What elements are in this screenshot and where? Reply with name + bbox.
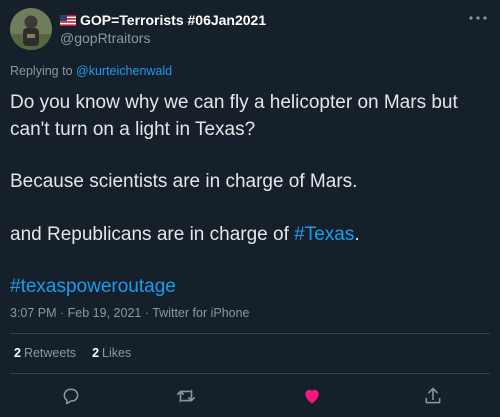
reply-button[interactable] <box>57 384 85 412</box>
retweet-button[interactable] <box>172 384 200 412</box>
tweet-text-line: and Republicans are in charge of #Texas. <box>10 222 496 249</box>
us-flag-icon <box>60 13 76 29</box>
heart-icon <box>302 386 322 411</box>
tweet-text-line: Because scientists are in charge of Mars… <box>10 171 358 193</box>
likes-label: Likes <box>102 346 132 360</box>
retweets-stat[interactable]: 2 Retweets <box>14 346 76 360</box>
display-name[interactable]: GOP=Terrorists #06Jan2021 <box>60 12 266 29</box>
tweet-date[interactable]: Feb 19, 2021 <box>68 306 142 320</box>
likes-count: 2 <box>92 346 100 360</box>
tweet-time[interactable]: 3:07 PM <box>10 306 57 320</box>
like-button[interactable] <box>298 384 326 412</box>
replying-to-mention[interactable]: @kurteichenwald <box>76 64 172 78</box>
handle[interactable]: @gopRtraitors <box>60 30 150 46</box>
tweet-body: Do you know why we can fly a helicopter … <box>10 90 496 301</box>
tweet-text-segment: . <box>354 223 360 245</box>
avatar[interactable] <box>10 8 52 50</box>
reply-icon <box>61 386 81 411</box>
meta-separator: · <box>141 306 153 320</box>
hashtag-texas[interactable]: #Texas <box>294 224 354 245</box>
likes-stat[interactable]: 2 Likes <box>92 346 131 360</box>
tweet: GOP=Terrorists #06Jan2021 @gopRtraitors … <box>0 0 500 417</box>
share-button[interactable] <box>419 384 447 412</box>
replying-to: Replying to @kurteichenwald <box>10 64 172 78</box>
more-options-icon[interactable] <box>466 6 490 30</box>
action-bar <box>0 384 500 412</box>
share-icon <box>423 386 443 411</box>
tweet-text-line: Do you know why we can fly a helicopter … <box>10 92 458 140</box>
tweet-meta: 3:07 PM · Feb 19, 2021 · Twitter for iPh… <box>10 306 250 320</box>
tweet-text-segment: and Republicans are in charge of <box>10 223 295 245</box>
replying-to-label: Replying to <box>10 64 73 78</box>
divider <box>10 373 490 374</box>
tweet-stats: 2 Retweets 2 Likes <box>14 346 131 360</box>
divider <box>10 333 490 334</box>
retweets-count: 2 <box>14 346 21 360</box>
hashtag-texaspoweroutage[interactable]: #texaspoweroutage <box>10 274 496 301</box>
retweets-label: Retweets <box>23 346 77 360</box>
meta-separator: · <box>56 306 68 320</box>
retweet-icon <box>175 385 197 412</box>
display-name-text: GOP=Terrorists #06Jan2021 <box>80 12 267 28</box>
tweet-client[interactable]: Twitter for iPhone <box>152 306 249 320</box>
